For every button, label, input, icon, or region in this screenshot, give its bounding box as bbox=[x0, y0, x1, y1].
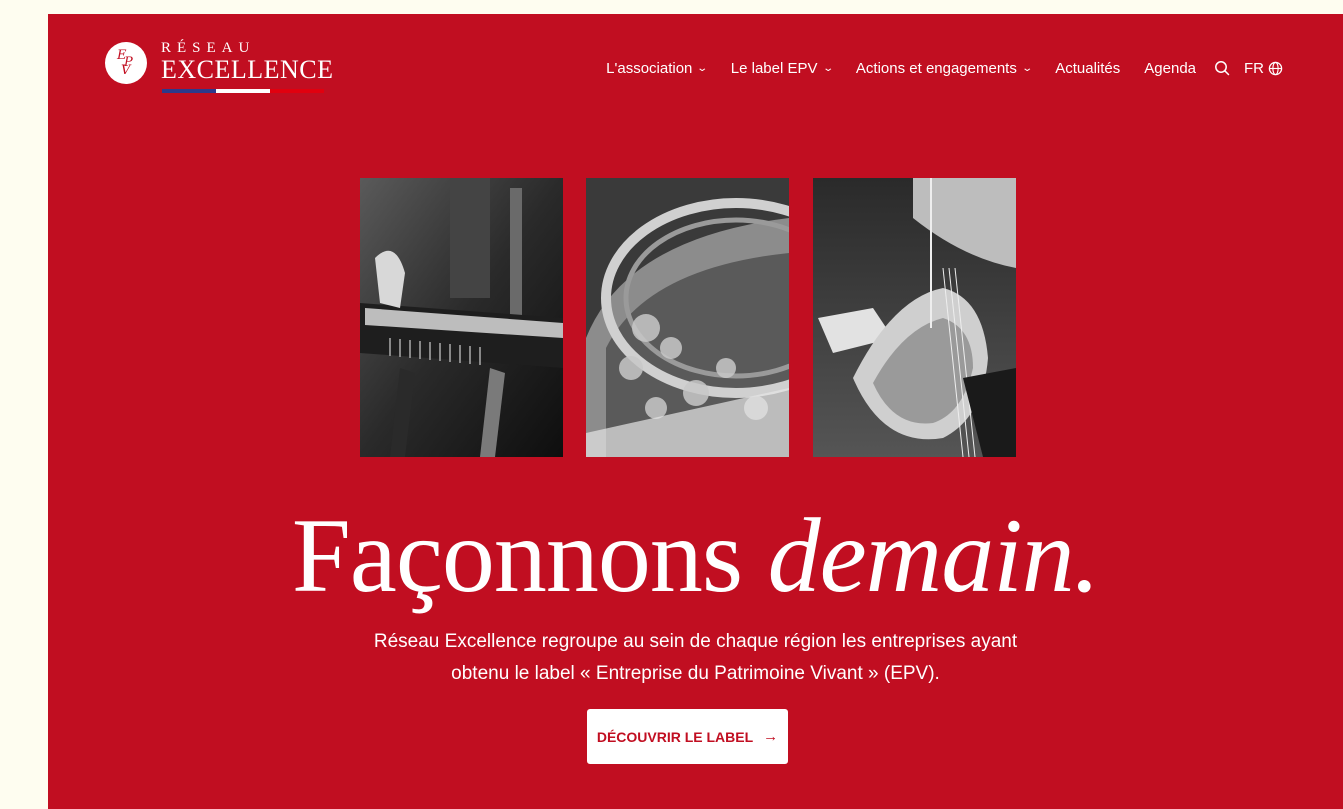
stripe-white bbox=[216, 89, 270, 93]
hero-section: E P V RÉSEAU EXCELLENCE L'association ⌄ … bbox=[48, 14, 1343, 809]
subtitle-line-2: obtenu le label « Entreprise du Patrimoi… bbox=[451, 663, 940, 684]
stripe-red bbox=[270, 89, 324, 93]
search-icon bbox=[1215, 61, 1230, 76]
chevron-down-icon: ⌄ bbox=[696, 62, 709, 74]
globe-icon bbox=[1268, 61, 1283, 75]
logo-tricolor-stripe bbox=[162, 89, 324, 93]
arrow-right-icon: → bbox=[763, 728, 779, 745]
nav-item-label: Actualités bbox=[1055, 59, 1121, 77]
site-logo[interactable]: E P V RÉSEAU EXCELLENCE bbox=[105, 40, 333, 96]
language-switcher[interactable]: FR bbox=[1244, 60, 1283, 77]
nav-item-agenda[interactable]: Agenda bbox=[1144, 60, 1196, 77]
logo-monogram: E P V bbox=[105, 42, 147, 84]
nav-item-label: Le label EPV bbox=[730, 59, 818, 77]
main-navigation: L'association ⌄ Le label EPV ⌄ Actions e… bbox=[606, 58, 1283, 78]
subtitle-line-1: Réseau Excellence regroupe au sein de ch… bbox=[373, 631, 1018, 652]
nav-item-label: Agenda bbox=[1144, 59, 1196, 77]
language-label: FR bbox=[1244, 59, 1264, 77]
nav-item-association[interactable]: L'association ⌄ bbox=[606, 59, 709, 77]
search-button[interactable] bbox=[1214, 60, 1230, 76]
hero-photo-craftsman bbox=[360, 178, 563, 457]
chevron-down-icon: ⌄ bbox=[821, 62, 834, 74]
stripe-blue bbox=[162, 89, 216, 93]
headline-regular: Façonnons bbox=[291, 497, 768, 614]
logo-text-reseau: RÉSEAU bbox=[161, 40, 256, 56]
nav-item-actualites[interactable]: Actualités bbox=[1055, 60, 1120, 77]
nav-item-actions-engagements[interactable]: Actions et engagements ⌄ bbox=[855, 59, 1033, 77]
headline-italic: demain. bbox=[767, 497, 1101, 614]
logo-text-excellence: EXCELLENCE bbox=[161, 55, 334, 84]
cta-label: DÉCOUVRIR LE LABEL bbox=[596, 728, 754, 745]
hero-headline: Façonnons demain. bbox=[48, 496, 1343, 616]
nav-item-label-epv[interactable]: Le label EPV ⌄ bbox=[730, 59, 834, 77]
hero-photo-luthier bbox=[813, 178, 1016, 457]
nav-item-label: Actions et engagements bbox=[855, 59, 1017, 77]
hero-subtitle: Réseau Excellence regroupe au sein de ch… bbox=[48, 626, 1343, 690]
chevron-down-icon: ⌄ bbox=[1021, 62, 1033, 74]
nav-item-label: L'association bbox=[606, 59, 693, 77]
discover-label-button[interactable]: DÉCOUVRIR LE LABEL → bbox=[587, 709, 788, 764]
hero-photo-gilded-frame bbox=[586, 178, 789, 457]
